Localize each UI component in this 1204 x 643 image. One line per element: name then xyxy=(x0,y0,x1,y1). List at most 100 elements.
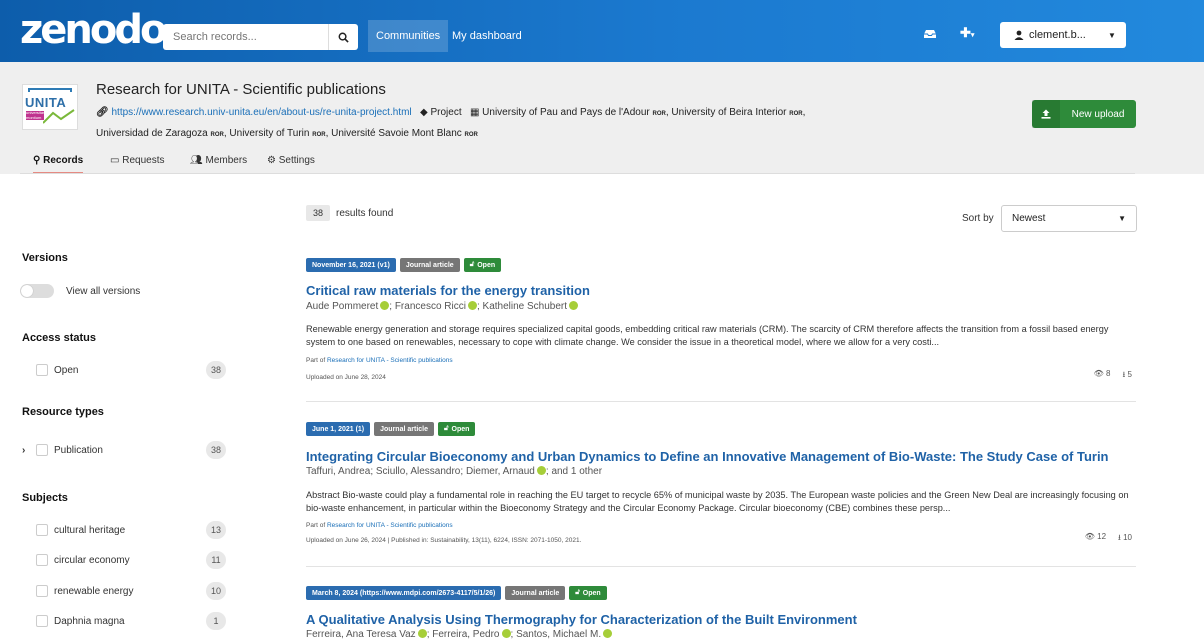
facet-subject-item[interactable]: circular economy 11 xyxy=(22,551,226,569)
orcid-icon[interactable] xyxy=(569,301,579,310)
zenodo-logo[interactable]: zenodo xyxy=(20,10,167,50)
nav-communities[interactable]: Communities xyxy=(368,20,449,52)
community-logo: UNITA universitas montium xyxy=(22,84,78,130)
tab-members[interactable]: 👥︎ Members xyxy=(190,152,247,174)
view-all-versions-toggle[interactable] xyxy=(20,284,54,298)
downloads-count: 10 xyxy=(1123,533,1132,542)
author[interactable]: Ferreira, Ana Teresa Vaz xyxy=(306,629,416,640)
community-link[interactable]: Research for UNITA - Scientific publicat… xyxy=(327,522,453,529)
sort-select[interactable]: Newest ▼ xyxy=(1001,205,1137,232)
org-beira: University of Beira Interior xyxy=(671,107,787,118)
author[interactable]: Sciullo, Alessandro xyxy=(376,466,461,477)
chevron-down-icon: ▼ xyxy=(1118,214,1126,223)
facet-label: Daphnia magna xyxy=(54,615,125,627)
checkbox[interactable] xyxy=(36,444,48,456)
tab-records[interactable]: ⚲ Records xyxy=(33,152,84,174)
facet-subject-item[interactable]: Daphnia magna 1 xyxy=(22,612,226,630)
chevron-down-icon: ▼ xyxy=(1108,30,1116,40)
author[interactable]: Ferreira, Pedro xyxy=(432,629,499,640)
orcid-icon[interactable] xyxy=(603,629,613,638)
author[interactable]: Santos, Michael M. xyxy=(516,629,601,640)
ror-icon[interactable]: ROR xyxy=(653,111,666,117)
result-title[interactable]: Integrating Circular Bioeconomy and Urba… xyxy=(306,449,1109,464)
facet-label: Publication xyxy=(54,444,103,456)
author[interactable]: Aude Pommeret xyxy=(306,301,378,312)
tab-requests[interactable]: ▭ Requests xyxy=(110,152,164,174)
author[interactable]: Francesco Ricci xyxy=(395,301,466,312)
checkbox[interactable] xyxy=(36,524,48,536)
date-version-badge: March 8, 2024 (https://www.mdpi.com/2673… xyxy=(306,586,502,600)
facet-resource-publication[interactable]: › Publication 38 xyxy=(22,441,226,459)
eye-icon: 👁︎ xyxy=(1093,369,1104,378)
result-separator xyxy=(306,401,1136,402)
new-upload-button[interactable]: New upload xyxy=(1032,100,1136,128)
ror-icon[interactable]: ROR xyxy=(789,111,802,117)
facet-count: 11 xyxy=(206,551,226,569)
facet-subject-item[interactable]: cultural heritage 13 xyxy=(22,521,226,539)
org-turin: University of Turin xyxy=(229,128,310,139)
date-version-badge: November 16, 2021 (v1) xyxy=(306,258,396,272)
result-badges: November 16, 2021 (v1) Journal article 🔓… xyxy=(306,258,502,272)
orcid-icon[interactable] xyxy=(380,301,390,310)
results-count-number: 38 xyxy=(306,205,331,221)
more-authors[interactable]: and 1 other xyxy=(551,466,602,477)
view-all-versions-label: View all versions xyxy=(66,286,141,297)
ror-icon[interactable]: ROR xyxy=(312,132,325,138)
facet-label: Open xyxy=(54,364,79,376)
search-button[interactable] xyxy=(328,24,358,50)
access-badge: 🔓︎ Open xyxy=(438,422,476,436)
upload-icon xyxy=(1032,100,1060,128)
facet-count: 10 xyxy=(205,582,226,600)
result-part-of: Part of Research for UNITA - Scientific … xyxy=(306,522,453,529)
inbox-icon[interactable] xyxy=(923,27,937,42)
search-icon xyxy=(338,32,349,43)
checkbox[interactable] xyxy=(36,615,48,627)
user-menu-button[interactable]: clement.b... ▼ xyxy=(1000,22,1126,48)
search-icon: ⚲ xyxy=(33,155,41,166)
new-upload-label: New upload xyxy=(1071,108,1125,120)
tabs-divider xyxy=(20,173,1135,174)
community-meta-line-2: Universidad de Zaragoza ROR, University … xyxy=(96,128,478,139)
community-link[interactable]: Research for UNITA - Scientific publicat… xyxy=(327,357,453,364)
date-version-badge: June 1, 2021 (1) xyxy=(306,422,371,436)
orcid-icon[interactable] xyxy=(536,466,546,475)
checkbox[interactable] xyxy=(36,554,48,566)
ror-icon[interactable]: ROR xyxy=(465,132,478,138)
result-stats: 👁︎ 12 ⭳ 10 xyxy=(1085,532,1132,546)
facet-subject-item[interactable]: renewable energy 10 xyxy=(22,582,226,600)
result-authors: Ferreira, Ana Teresa Vaz; Ferreira, Pedr… xyxy=(306,629,613,640)
facet-subjects-heading: Subjects xyxy=(22,492,68,504)
top-navbar: zenodo Communities My dashboard ✚▾ cleme… xyxy=(0,0,1204,62)
views-count: 12 xyxy=(1097,532,1107,541)
org-savoie: Université Savoie Mont Blanc xyxy=(331,128,462,139)
plus-dropdown-icon[interactable]: ✚▾ xyxy=(960,25,974,41)
orcid-icon[interactable] xyxy=(417,629,427,638)
link-icon: 🔗︎ xyxy=(96,107,109,118)
author[interactable]: Katheline Schubert xyxy=(483,301,568,312)
search-input[interactable] xyxy=(163,24,328,50)
result-abstract: Abstract Bio-waste could play a fundamen… xyxy=(306,490,1129,513)
facet-access-open[interactable]: Open 38 xyxy=(22,361,226,379)
facet-count: 13 xyxy=(205,521,226,539)
checkbox[interactable] xyxy=(36,364,48,376)
result-title[interactable]: A Qualitative Analysis Using Thermograph… xyxy=(306,612,857,627)
building-icon: ▦ xyxy=(469,107,480,118)
orcid-icon[interactable] xyxy=(467,301,477,310)
result-title[interactable]: Critical raw materials for the energy tr… xyxy=(306,283,590,298)
author[interactable]: Taffuri, Andrea xyxy=(306,466,370,477)
author[interactable]: Diemer, Arnaud xyxy=(466,466,535,477)
tab-settings[interactable]: ⚙ Settings xyxy=(267,152,315,174)
chevron-right-icon[interactable]: › xyxy=(22,445,25,456)
checkbox[interactable] xyxy=(36,585,48,597)
org-pau: University of Pau and Pays de l'Adour xyxy=(482,107,650,118)
user-name: clement.b... xyxy=(1029,29,1086,41)
orcid-icon[interactable] xyxy=(501,629,511,638)
result-authors: Aude Pommeret; Francesco Ricci; Kathelin… xyxy=(306,301,579,312)
org-zaragoza: Universidad de Zaragoza xyxy=(96,128,208,139)
community-url-link[interactable]: https://www.research.univ-unita.eu/en/ab… xyxy=(111,107,411,118)
downloads-count: 5 xyxy=(1127,370,1132,379)
ror-icon[interactable]: ROR xyxy=(211,132,224,138)
nav-my-dashboard[interactable]: My dashboard xyxy=(444,20,530,52)
result-part-of: Part of Research for UNITA - Scientific … xyxy=(306,357,453,364)
community-type: Project xyxy=(430,107,462,118)
